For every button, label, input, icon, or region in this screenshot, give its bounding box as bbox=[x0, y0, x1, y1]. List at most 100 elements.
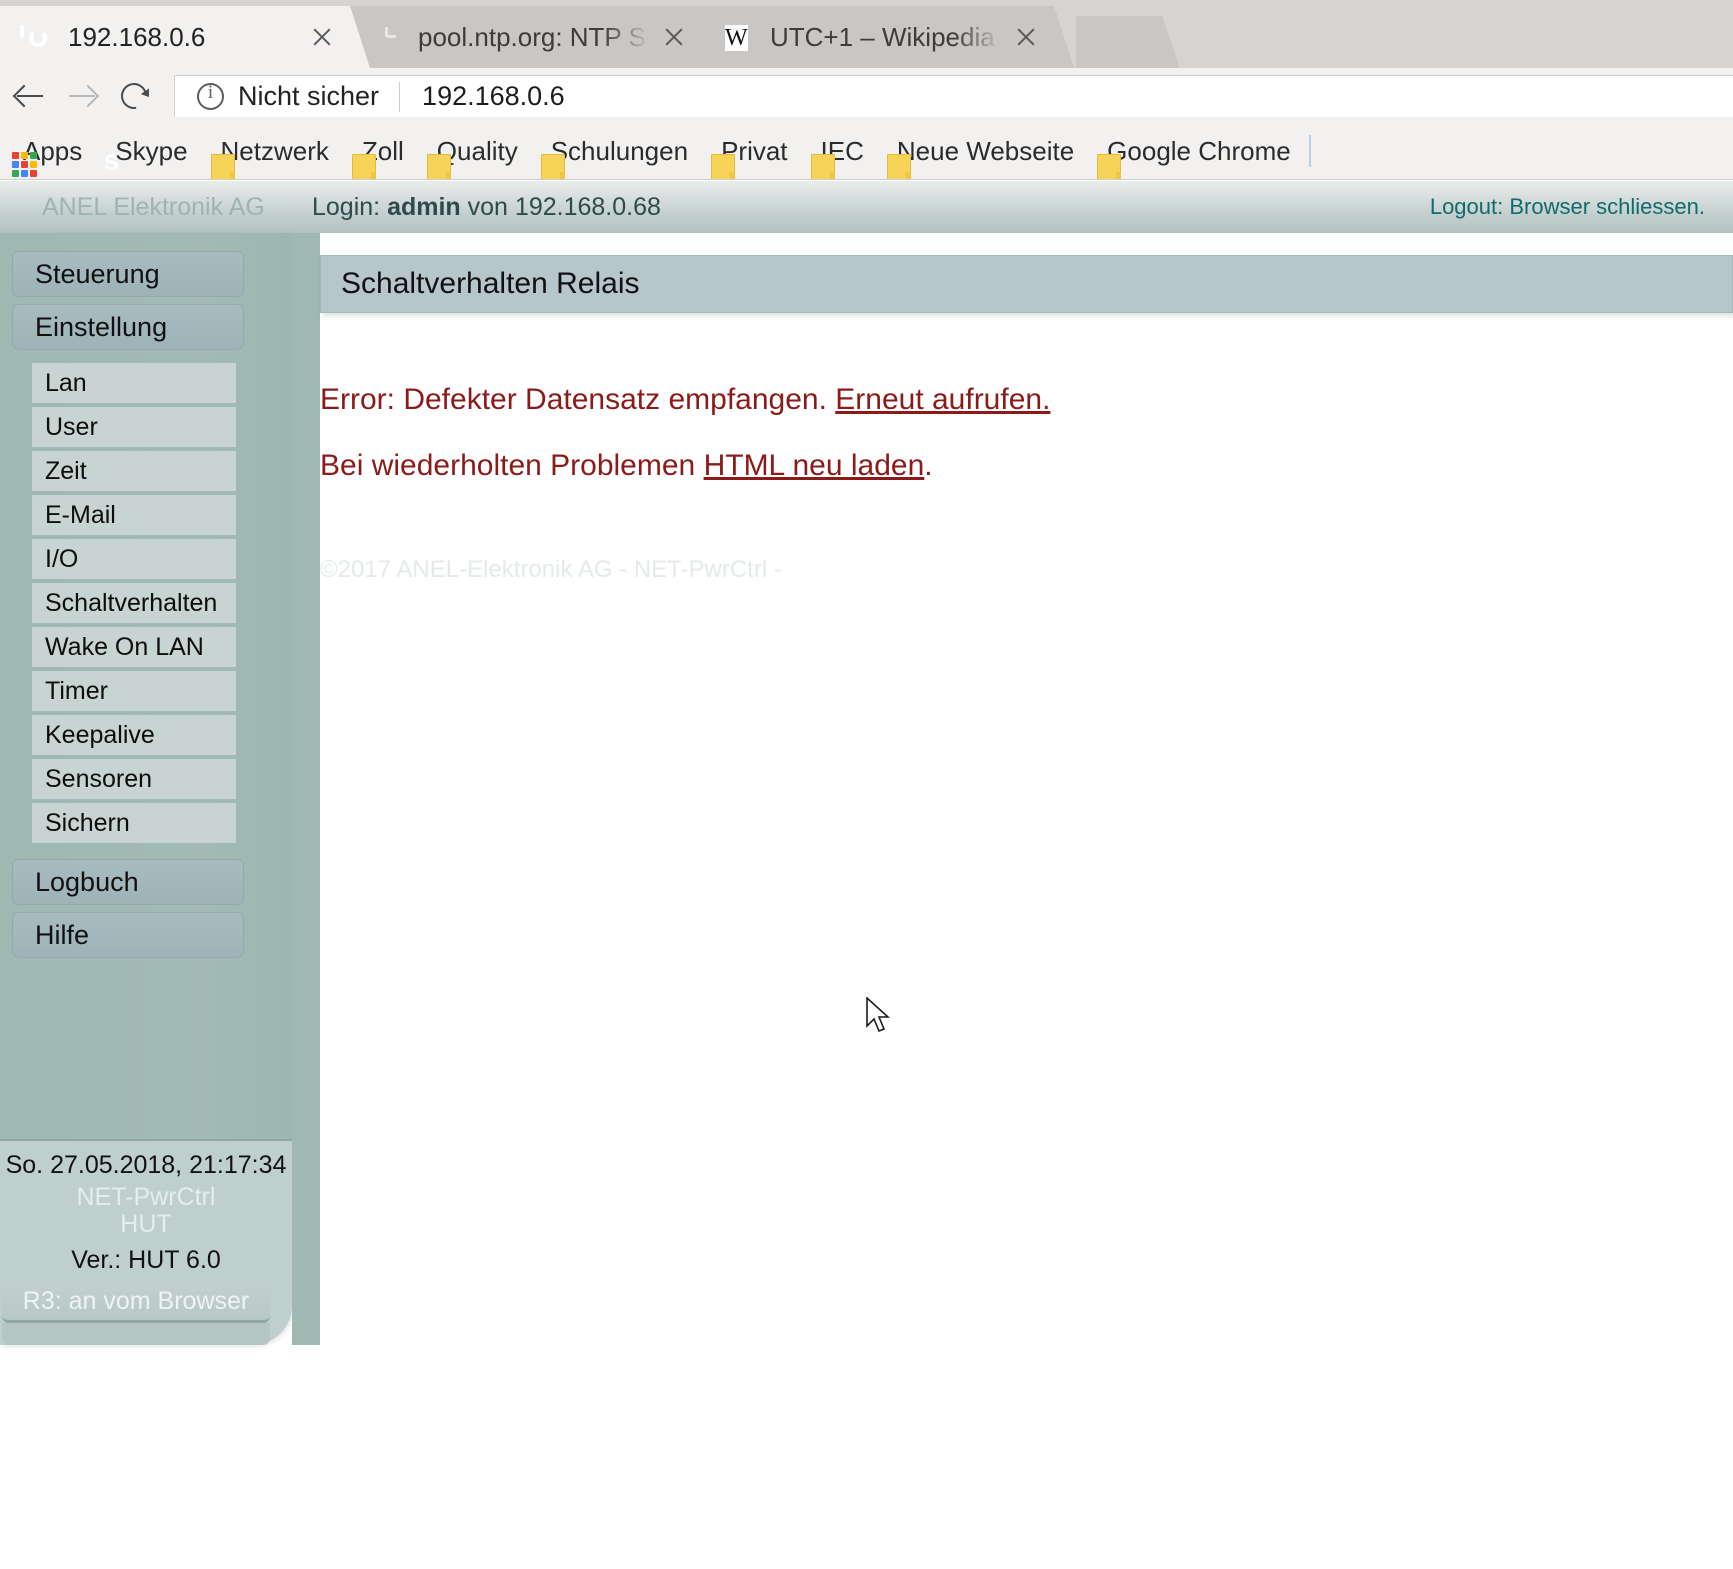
login-info: Login: admin von 192.168.0.68 bbox=[312, 193, 661, 222]
bookmark-extra-tile[interactable] bbox=[1301, 132, 1319, 171]
login-host: 192.168.0.68 bbox=[515, 193, 661, 221]
sidebar-item-sichern[interactable]: Sichern bbox=[32, 803, 236, 843]
sidebar-item-lan[interactable]: Lan bbox=[32, 363, 236, 403]
sidebar-item-keepalive[interactable]: Keepalive bbox=[32, 715, 236, 755]
bookmark-privat[interactable]: Privat bbox=[702, 132, 795, 171]
power-icon bbox=[22, 21, 54, 53]
sidebar-item-label: Schaltverhalten bbox=[45, 589, 217, 618]
logout-link[interactable]: Browser schliessen. bbox=[1509, 194, 1705, 219]
sidebar-item-label: Timer bbox=[45, 677, 108, 706]
sidebar-item-steuerung[interactable]: Steuerung bbox=[12, 251, 244, 297]
tab-close-icon[interactable] bbox=[654, 17, 694, 57]
wikipedia-icon: W bbox=[724, 21, 756, 53]
tab-strip-empty bbox=[1162, 0, 1733, 68]
back-button[interactable] bbox=[8, 74, 52, 118]
bookmark-label: Skype bbox=[115, 136, 187, 167]
browser-tab-ntp[interactable]: pool.ntp.org: NTP Servers bbox=[350, 6, 702, 68]
status-device-line1: NET-PwrCtrl bbox=[0, 1184, 292, 1211]
blue-tile-icon bbox=[1309, 136, 1311, 167]
sidebar-item-wake-on-lan[interactable]: Wake On LAN bbox=[32, 627, 236, 667]
info-circle-icon[interactable] bbox=[197, 83, 224, 110]
status-version: Ver.: HUT 6.0 bbox=[0, 1246, 292, 1275]
clock-icon bbox=[372, 21, 404, 53]
bookmark-netzwerk[interactable]: Netzwerk bbox=[202, 132, 337, 171]
tab-title: UTC+1 – Wikipedia bbox=[770, 22, 1006, 53]
bookmark-label: Schulungen bbox=[551, 136, 688, 167]
sidebar-submenu: Lan User Zeit E-Mail I/O Schaltverhalten… bbox=[32, 363, 236, 843]
sidebar-item-label: Zeit bbox=[45, 457, 87, 486]
url-text: 192.168.0.6 bbox=[422, 81, 565, 112]
omnibox-divider bbox=[399, 82, 400, 112]
error-line-1: Error: Defekter Datensatz empfangen. Ern… bbox=[320, 383, 1050, 417]
status-badge-relay[interactable]: R3: an vom Browser bbox=[2, 1283, 270, 1323]
bookmarks-bar: Apps Skype Netzwerk Zoll Quality Schulun… bbox=[0, 124, 1733, 180]
bookmark-label: Neue Webseite bbox=[897, 136, 1074, 167]
tab-strip: 192.168.0.6 pool.ntp.org: NTP Servers W … bbox=[0, 0, 1733, 68]
sidebar-item-schaltverhalten[interactable]: Schaltverhalten bbox=[32, 583, 236, 623]
retry-link[interactable]: Erneut aufrufen. bbox=[835, 383, 1050, 416]
page-title-label: Schaltverhalten Relais bbox=[341, 267, 640, 301]
forward-button[interactable] bbox=[60, 74, 104, 118]
login-prefix: Login: bbox=[312, 193, 380, 221]
sidebar: Steuerung Einstellung Lan User Zeit E-Ma… bbox=[0, 233, 292, 1345]
bookmark-apps[interactable]: Apps bbox=[4, 132, 90, 171]
bookmark-zoll[interactable]: Zoll bbox=[343, 132, 412, 171]
bookmark-quality[interactable]: Quality bbox=[418, 132, 526, 171]
browser-window: 192.168.0.6 pool.ntp.org: NTP Servers W … bbox=[0, 0, 1733, 180]
sidebar-item-logbuch[interactable]: Logbuch bbox=[12, 859, 244, 905]
bookmark-label: Netzwerk bbox=[221, 136, 329, 167]
app-brand: ANEL Elektronik AG bbox=[0, 193, 288, 222]
sidebar-item-label: E-Mail bbox=[45, 501, 116, 530]
status-device: NET-PwrCtrl HUT bbox=[0, 1184, 292, 1238]
reload-button[interactable] bbox=[112, 74, 156, 118]
error-text-prefix: Bei wiederholten Problemen bbox=[320, 449, 695, 482]
sidebar-item-label: Keepalive bbox=[45, 721, 155, 750]
security-status-text: Nicht sicher bbox=[238, 81, 379, 112]
sidebar-item-email[interactable]: E-Mail bbox=[32, 495, 236, 535]
sidebar-item-sensoren[interactable]: Sensoren bbox=[32, 759, 236, 799]
logout-area[interactable]: Logout: Browser schliessen. bbox=[1430, 194, 1705, 220]
sidebar-status-panel: So. 27.05.2018, 21:17:34 NET-PwrCtrl HUT… bbox=[0, 1139, 292, 1345]
content-left-strip bbox=[292, 233, 320, 1345]
tab-close-icon[interactable] bbox=[1006, 17, 1046, 57]
error-line-2: Bei wiederholten Problemen HTML neu lade… bbox=[320, 449, 1050, 483]
sidebar-item-label: User bbox=[45, 413, 98, 442]
sidebar-item-hilfe[interactable]: Hilfe bbox=[12, 912, 244, 958]
sidebar-item-label: Wake On LAN bbox=[45, 633, 204, 662]
login-user: admin bbox=[387, 193, 461, 221]
browser-tab-active[interactable]: 192.168.0.6 bbox=[0, 6, 350, 68]
reload-html-link[interactable]: HTML neu laden bbox=[704, 449, 925, 482]
sidebar-item-label: I/O bbox=[45, 545, 78, 574]
sidebar-item-label: Sensoren bbox=[45, 765, 152, 794]
bookmark-skype[interactable]: Skype bbox=[96, 132, 195, 171]
sidebar-item-io[interactable]: I/O bbox=[32, 539, 236, 579]
logout-label: Logout: bbox=[1430, 194, 1503, 219]
error-text-suffix: . bbox=[924, 449, 932, 482]
bookmark-schulungen[interactable]: Schulungen bbox=[532, 132, 696, 171]
tab-close-icon[interactable] bbox=[302, 17, 342, 57]
error-text: Error: Defekter Datensatz empfangen. bbox=[320, 383, 827, 416]
sidebar-item-label: Sichern bbox=[45, 809, 130, 838]
sidebar-item-label: Logbuch bbox=[35, 867, 139, 898]
sidebar-item-zeit[interactable]: Zeit bbox=[32, 451, 236, 491]
browser-tab-wikipedia[interactable]: W UTC+1 – Wikipedia bbox=[702, 6, 1054, 68]
bookmark-label: Google Chrome bbox=[1107, 136, 1291, 167]
sidebar-item-einstellung[interactable]: Einstellung bbox=[12, 304, 244, 350]
sidebar-item-user[interactable]: User bbox=[32, 407, 236, 447]
main-content: Schaltverhalten Relais Error: Defekter D… bbox=[292, 233, 1733, 1569]
sidebar-item-label: Einstellung bbox=[35, 312, 167, 343]
page-title: Schaltverhalten Relais bbox=[320, 255, 1733, 313]
sidebar-item-label: Hilfe bbox=[35, 920, 89, 951]
tab-title: 192.168.0.6 bbox=[68, 22, 302, 53]
status-badge-label: R3: an vom Browser bbox=[23, 1287, 249, 1316]
sidebar-item-label: Steuerung bbox=[35, 259, 160, 290]
sidebar-item-timer[interactable]: Timer bbox=[32, 671, 236, 711]
copyright-text: ©2017 ANEL-Elektronik AG - NET-PwrCtrl - bbox=[320, 556, 782, 584]
bookmark-neue-webseite[interactable]: Neue Webseite bbox=[878, 132, 1082, 171]
bookmark-google-chrome[interactable]: Google Chrome bbox=[1088, 132, 1299, 171]
bookmark-iec[interactable]: IEC bbox=[802, 132, 872, 171]
new-tab-button[interactable] bbox=[1076, 16, 1162, 68]
browser-toolbar: Nicht sicher 192.168.0.6 bbox=[0, 68, 1733, 124]
address-bar[interactable]: Nicht sicher 192.168.0.6 bbox=[174, 75, 1733, 117]
app-body: Steuerung Einstellung Lan User Zeit E-Ma… bbox=[0, 233, 1733, 1569]
